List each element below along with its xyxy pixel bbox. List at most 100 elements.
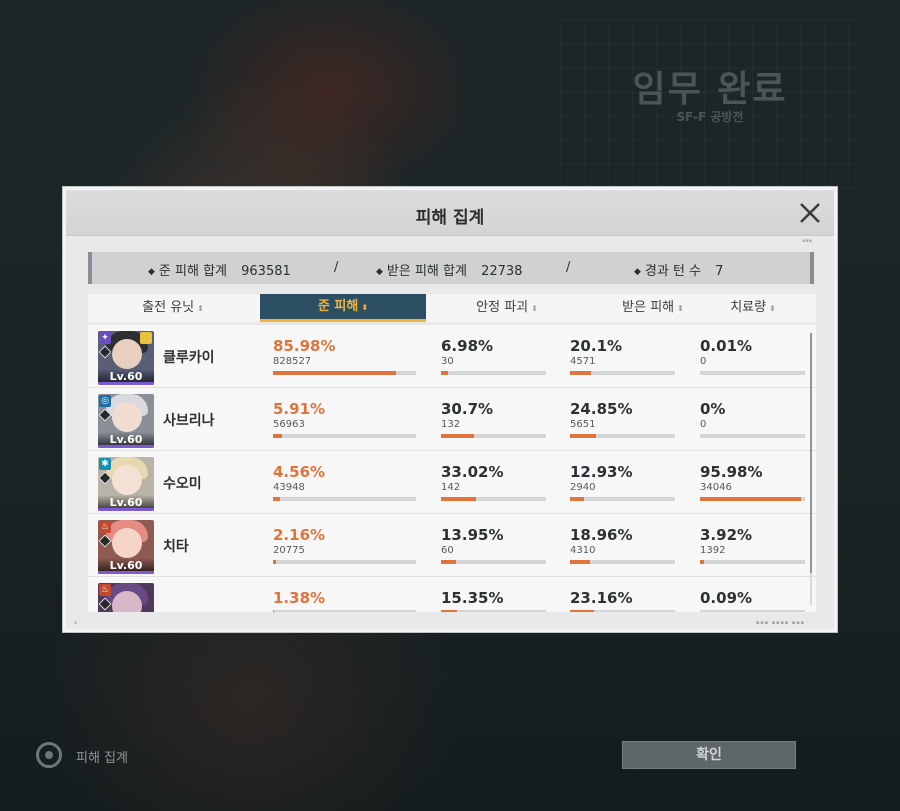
sort-desc-icon: ⬍ xyxy=(361,303,369,312)
stat-dmg-bar xyxy=(273,497,416,501)
stat-dmg: 4.56% 43948 xyxy=(273,463,418,501)
rarity-bar xyxy=(98,445,154,448)
scrollbar-thumb[interactable] xyxy=(810,333,812,573)
footer-decoration: ▪▪▪ ▪▪▪▪ ▪▪▪ xyxy=(756,620,806,626)
footer-decoration: ▪ xyxy=(74,620,78,626)
modal-title: 피해 집계 xyxy=(415,208,485,228)
diamond-icon: ◆ xyxy=(376,267,383,277)
stat-stab-bar-fill xyxy=(441,560,456,564)
portrait-face xyxy=(112,528,142,558)
unit-portrait[interactable]: ♨ xyxy=(98,583,154,612)
stat-taken-value: 2940 xyxy=(570,482,596,493)
stat-heal-bar-fill xyxy=(700,560,705,564)
stat-heal-percent: 0% xyxy=(700,400,726,418)
stat-taken-bar-fill xyxy=(570,434,597,438)
damage-summary-toggle-label: 피해 집계 xyxy=(76,751,128,766)
stat-stab-value: 132 xyxy=(441,419,461,430)
rarity-bar xyxy=(98,382,154,385)
phase-icon: ✦ xyxy=(99,332,111,344)
stat-taken-bar xyxy=(570,371,675,375)
stat-taken-bar xyxy=(570,434,675,438)
stat-stab-percent: 30.7% xyxy=(441,400,494,418)
unit-portrait[interactable]: ◎ Lv.60 xyxy=(98,394,154,448)
table-row: ✱ Lv.60 수오미 4.56% 43948 33.02% 142 12.93… xyxy=(88,451,816,514)
column-units-label: 출전 유닛 xyxy=(142,300,195,315)
unit-portrait[interactable]: ✦ Lv.60 xyxy=(98,331,154,385)
confirm-button[interactable]: 확인 xyxy=(622,741,796,769)
stat-heal-bar-fill xyxy=(700,497,801,501)
stat-taken: 24.85% 5651 xyxy=(570,400,710,438)
portrait-face xyxy=(112,465,142,495)
stat-dmg-value: 43948 xyxy=(273,482,305,493)
stat-taken-bar xyxy=(570,497,675,501)
stat-taken-bar-fill xyxy=(570,610,595,612)
stat-heal-bar xyxy=(700,371,805,375)
stat-stab-value: 60 xyxy=(441,545,454,556)
column-healing-label: 치료량 xyxy=(730,300,767,315)
stat-dmg-percent: 2.16% xyxy=(273,526,326,544)
stat-dmg-percent: 4.56% xyxy=(273,463,326,481)
column-units[interactable]: 출전 유닛 ⬍ xyxy=(88,294,258,322)
stat-stab-bar xyxy=(441,610,546,612)
stat-dmg-value: 56963 xyxy=(273,419,305,430)
stat-heal-value: 0 xyxy=(700,356,707,367)
list-scrollbar[interactable] xyxy=(810,333,812,605)
column-stability-break[interactable]: 안정 파괴 ⬍ xyxy=(428,294,586,322)
freeze-icon: ✱ xyxy=(99,458,111,470)
stat-taken-bar-fill xyxy=(570,560,590,564)
stat-dmg: 5.91% 56963 xyxy=(273,400,418,438)
stat-taken-value: 4310 xyxy=(570,545,596,556)
stat-stab-percent: 15.35% xyxy=(441,589,504,607)
column-healing[interactable]: 치료량 ⬍ xyxy=(688,294,818,322)
total-dealt-label: 준 피해 합계 xyxy=(158,264,227,279)
stat-dmg: 85.98% 828527 xyxy=(273,337,418,375)
stat-dmg-value: 20775 xyxy=(273,545,305,556)
sort-icon: ⬍ xyxy=(769,304,776,313)
burn-icon: ♨ xyxy=(99,521,111,533)
stat-heal-percent: 95.98% xyxy=(700,463,763,481)
unit-name: 클루카이 xyxy=(163,350,215,366)
close-button[interactable] xyxy=(796,199,824,227)
stat-heal-bar xyxy=(700,560,805,564)
rarity-bar xyxy=(98,571,154,574)
stat-heal: 0% 0 xyxy=(700,400,816,438)
stat-taken-bar-fill xyxy=(570,371,591,375)
column-damage-dealt[interactable]: 준 피해 ⬍ xyxy=(260,294,426,322)
stat-dmg: 1.38% xyxy=(273,589,418,612)
stat-heal-value: 34046 xyxy=(700,482,732,493)
table-row: ♨ Lv.60 치타 2.16% 20775 13.95% 60 18.96% … xyxy=(88,514,816,577)
total-taken: ◆ 받은 피해 합계 22738 xyxy=(376,260,522,279)
stat-stab-bar-fill xyxy=(441,497,476,501)
turn-count: ◆ 경과 턴 수 7 xyxy=(634,260,723,279)
turn-count-value: 7 xyxy=(715,264,724,279)
stat-dmg-percent: 85.98% xyxy=(273,337,336,355)
stat-dmg-bar xyxy=(273,434,416,438)
summary-bar: ◆ 준 피해 합계 963581 / ◆ 받은 피해 합계 22738 / ◆ 경과 … xyxy=(88,252,814,284)
stat-dmg-bar-fill xyxy=(273,610,275,612)
stat-taken-bar xyxy=(570,560,675,564)
turn-count-label: 경과 턴 수 xyxy=(644,264,702,279)
burn-icon: ♨ xyxy=(99,584,111,596)
stat-stab-bar-fill xyxy=(441,434,474,438)
summary-separator: / xyxy=(566,260,571,275)
stat-taken-bar-fill xyxy=(570,497,584,501)
unit-list[interactable]: ✦ Lv.60 클루카이 85.98% 828527 6.98% 30 20.1… xyxy=(88,325,816,612)
stat-heal: 95.98% 34046 xyxy=(700,463,816,501)
unit-portrait[interactable]: ♨ Lv.60 xyxy=(98,520,154,574)
stat-dmg-bar-fill xyxy=(273,371,396,375)
stat-heal-percent: 3.92% xyxy=(700,526,753,544)
stat-stab-percent: 13.95% xyxy=(441,526,504,544)
hydro-icon: ◎ xyxy=(99,395,111,407)
table-row: ✦ Lv.60 클루카이 85.98% 828527 6.98% 30 20.1… xyxy=(88,325,816,388)
sort-icon: ⬍ xyxy=(531,304,538,313)
stat-stab-bar xyxy=(441,371,546,375)
stat-heal: 0.01% 0 xyxy=(700,337,816,375)
stat-stab-value: 30 xyxy=(441,356,454,367)
stat-stab-bar xyxy=(441,434,546,438)
stat-dmg-percent: 5.91% xyxy=(273,400,326,418)
stat-dmg: 2.16% 20775 xyxy=(273,526,418,564)
stat-stab: 30.7% 132 xyxy=(441,400,581,438)
unit-name: 사브리나 xyxy=(163,413,215,429)
stat-taken-percent: 20.1% xyxy=(570,337,623,355)
unit-portrait[interactable]: ✱ Lv.60 xyxy=(98,457,154,511)
